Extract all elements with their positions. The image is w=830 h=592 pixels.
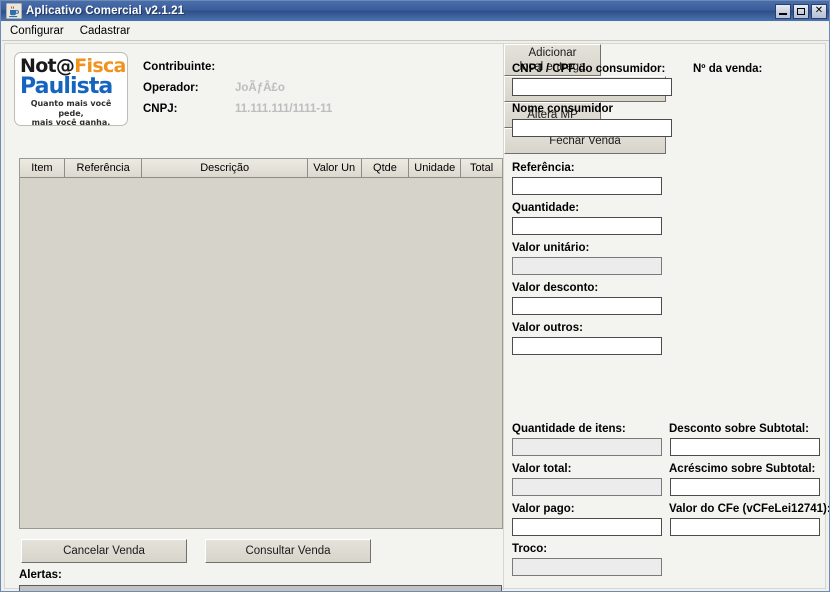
valor-outros-input[interactable]	[512, 337, 662, 355]
label-valor-outros: Valor outros:	[512, 322, 583, 334]
troco-input[interactable]	[512, 558, 662, 576]
alertas-label: Alertas:	[19, 569, 62, 581]
label-valor-desconto: Valor desconto:	[512, 282, 599, 294]
valor-unitario-input[interactable]	[512, 257, 662, 275]
label-cnpj: CNPJ:	[143, 102, 178, 115]
consultar-venda-button[interactable]: Consultar Venda	[205, 539, 371, 563]
label-quantidade: Quantidade:	[512, 202, 580, 214]
logo-tagline-line-1: Quanto mais você pede,	[30, 99, 112, 118]
menu-bar: Configurar Cadastrar	[2, 22, 829, 41]
column-header-qtde[interactable]: Qtde	[361, 159, 410, 178]
label-referencia: Referência:	[512, 162, 575, 174]
maximize-button[interactable]	[793, 3, 809, 19]
adicionar-local-entrega-line-1: Adicionar	[528, 47, 577, 59]
label-operador: Operador:	[143, 81, 199, 94]
label-valor-do-cfe: Valor do CFe (vCFeLei12741):	[669, 503, 830, 515]
close-icon: ✕	[814, 5, 824, 16]
desconto-sobre-subtotal-input[interactable]	[670, 438, 820, 456]
info-row-contribuinte: Contribuinte:	[143, 56, 393, 77]
label-troco: Troco:	[512, 543, 548, 555]
acrescimo-sobre-subtotal-input[interactable]	[670, 478, 820, 496]
table-header-row: Item Referência Descrição Valor Un Qtde …	[20, 159, 502, 178]
valor-do-cfe-input[interactable]	[670, 518, 820, 536]
label-nome-consumidor: Nome consumidor	[512, 103, 613, 115]
java-coffee-cup-icon	[5, 2, 23, 20]
menu-item-cadastrar[interactable]: Cadastrar	[72, 23, 139, 39]
sale-form-panel: CNPJ / CPF do consumidor: Nome consumido…	[503, 44, 830, 590]
label-cnpj-cpf-consumidor: CNPJ / CPF do consumidor:	[512, 63, 666, 75]
label-valor-unitario: Valor unitário:	[512, 242, 590, 254]
quantidade-de-itens-input[interactable]	[512, 438, 662, 456]
quantidade-input[interactable]	[512, 217, 662, 235]
label-valor-pago: Valor pago:	[512, 503, 575, 515]
logo-tagline-line-2: mais você ganha.	[31, 118, 111, 126]
value-operador: JoÃƒÂ£o	[235, 81, 285, 94]
minimize-button[interactable]	[775, 3, 791, 19]
items-table[interactable]: Item Referência Descrição Valor Un Qtde …	[19, 158, 503, 529]
valor-desconto-input[interactable]	[512, 297, 662, 315]
referencia-input[interactable]	[512, 177, 662, 195]
close-button[interactable]: ✕	[811, 3, 827, 19]
column-header-referencia[interactable]: Referência	[64, 159, 143, 178]
window-title: Aplicativo Comercial v2.1.21	[26, 5, 185, 17]
label-contribuinte: Contribuinte:	[143, 60, 216, 73]
column-header-total[interactable]: Total	[461, 159, 502, 178]
label-desconto-sobre-subtotal: Desconto sobre Subtotal:	[669, 423, 809, 435]
label-valor-total: Valor total:	[512, 463, 572, 475]
table-body[interactable]	[20, 178, 502, 528]
label-numero-da-venda: Nº da venda:	[693, 63, 763, 75]
nome-consumidor-input[interactable]	[512, 119, 672, 137]
label-quantidade-de-itens: Quantidade de itens:	[512, 423, 626, 435]
window-controls: ✕	[775, 3, 829, 19]
value-cnpj: 11.111.111/1111-11	[235, 102, 333, 115]
valor-pago-input[interactable]	[512, 518, 662, 536]
valor-total-input[interactable]	[512, 478, 662, 496]
column-header-valor-un[interactable]: Valor Un	[307, 159, 362, 178]
info-row-cnpj: CNPJ: 11.111.111/1111-11	[143, 98, 393, 119]
menu-item-configurar[interactable]: Configurar	[2, 23, 72, 39]
cnpj-cpf-consumidor-input[interactable]	[512, 78, 672, 96]
logo-paulista-text: Paulista	[20, 74, 113, 99]
title-bar: Aplicativo Comercial v2.1.21 ✕	[1, 1, 829, 21]
label-acrescimo-sobre-subtotal: Acréscimo sobre Subtotal:	[669, 463, 816, 475]
application-window: Aplicativo Comercial v2.1.21 ✕ Configura…	[0, 0, 830, 592]
contributor-info-block: Contribuinte: Operador: JoÃƒÂ£o CNPJ: 11…	[143, 56, 393, 119]
nota-fiscal-paulista-logo: Not@Fiscal Paulista Quanto mais você ped…	[14, 52, 128, 126]
column-header-unidade[interactable]: Unidade	[409, 159, 462, 178]
cancelar-venda-button[interactable]: Cancelar Venda	[21, 539, 187, 563]
column-header-item[interactable]: Item	[20, 159, 65, 178]
content-area: Not@Fiscal Paulista Quanto mais você ped…	[4, 43, 830, 591]
alertas-field[interactable]	[19, 585, 502, 591]
info-row-operador: Operador: JoÃƒÂ£o	[143, 77, 393, 98]
column-header-descricao[interactable]: Descrição	[142, 159, 308, 178]
